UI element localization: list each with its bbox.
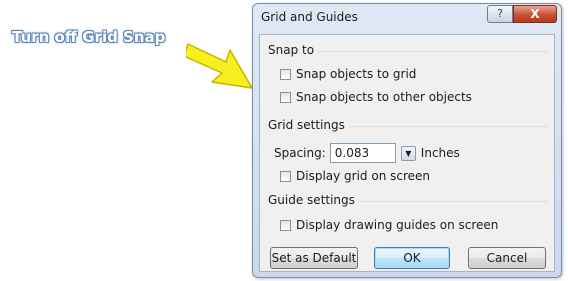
pointer-arrow-icon: [186, 43, 253, 89]
spacing-label: Spacing:: [274, 146, 326, 160]
snap-to-objects-option[interactable]: Snap objects to other objects: [280, 90, 472, 104]
snap-to-grid-checkbox[interactable]: [280, 68, 291, 80]
title-bar: Grid and Guides ? X: [253, 4, 561, 34]
display-grid-checkbox[interactable]: [280, 170, 291, 182]
help-icon: ?: [497, 7, 503, 20]
display-guides-label: Display drawing guides on screen: [296, 218, 499, 232]
snap-to-objects-checkbox[interactable]: [280, 91, 291, 103]
close-button[interactable]: X: [513, 5, 557, 23]
spacing-value: 0.083: [334, 146, 370, 160]
grid-and-guides-dialog: Grid and Guides ? X Snap to Snap objects…: [252, 3, 562, 278]
set-as-default-button[interactable]: Set as Default: [270, 247, 358, 269]
snap-to-objects-label: Snap objects to other objects: [296, 90, 472, 104]
spacing-dropdown-button[interactable]: ▼: [400, 145, 416, 161]
display-grid-option[interactable]: Display grid on screen: [280, 169, 430, 183]
dialog-title: Grid and Guides: [261, 10, 358, 24]
display-guides-checkbox[interactable]: [280, 219, 291, 231]
chevron-down-icon: ▼: [405, 148, 412, 158]
snap-to-grid-label: Snap objects to grid: [296, 67, 417, 81]
annotation-callout: Turn off Grid Snap: [12, 28, 166, 46]
display-grid-label: Display grid on screen: [296, 169, 431, 183]
snap-to-heading: Snap to: [268, 43, 319, 57]
ok-button[interactable]: OK: [374, 247, 450, 269]
cancel-button[interactable]: Cancel: [468, 247, 546, 269]
guide-settings-heading: Guide settings: [268, 193, 359, 207]
grid-settings-heading: Grid settings: [268, 118, 349, 132]
close-icon: X: [530, 7, 540, 21]
spacing-units: Inches: [420, 146, 460, 160]
help-button[interactable]: ?: [487, 5, 513, 23]
display-guides-option[interactable]: Display drawing guides on screen: [280, 218, 498, 232]
dialog-body: Snap to Snap objects to grid Snap object…: [259, 34, 555, 272]
spacing-input[interactable]: 0.083: [329, 143, 396, 163]
spacing-row: Spacing: 0.083 ▼ Inches: [274, 143, 460, 163]
snap-to-grid-option[interactable]: Snap objects to grid: [280, 67, 416, 81]
